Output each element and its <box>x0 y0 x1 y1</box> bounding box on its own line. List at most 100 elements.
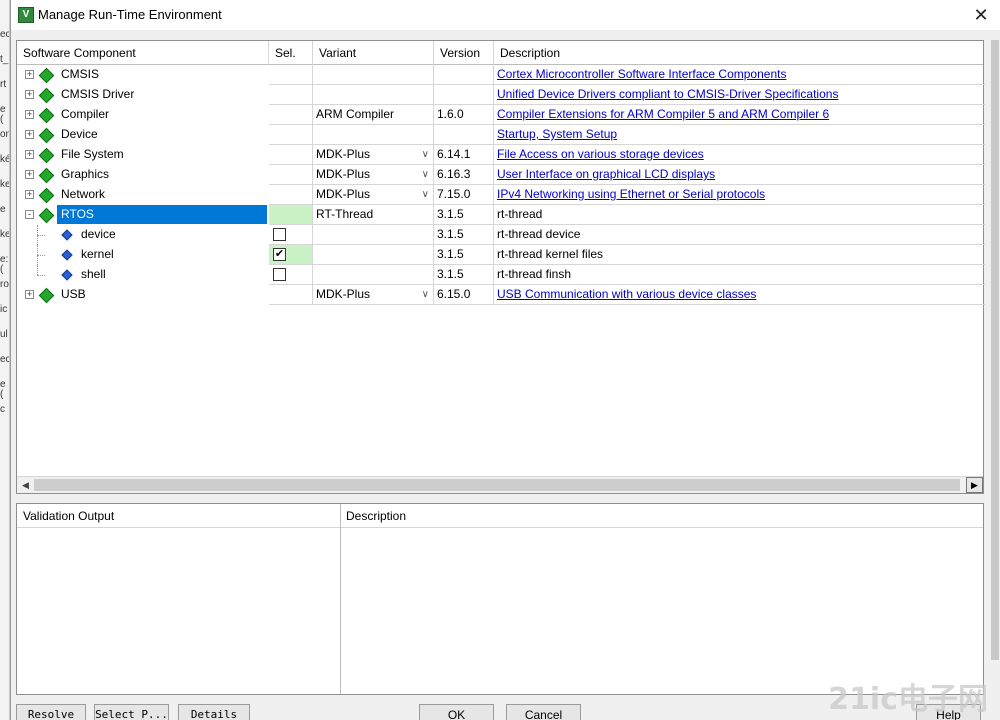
selection-cell[interactable] <box>269 65 313 85</box>
component-cell[interactable]: kernel <box>17 245 269 265</box>
component-row[interactable]: + Graphics MDK-Plus ∨ 6.16.3 User Interface o… <box>17 165 985 185</box>
component-label[interactable]: CMSIS Driver <box>61 85 134 104</box>
expand-icon[interactable]: + <box>25 170 34 179</box>
select-packs-button[interactable]: Select P... <box>94 704 169 720</box>
description-cell[interactable]: User Interface on graphical LCD displays <box>494 165 985 185</box>
cancel-button[interactable]: Cancel <box>506 704 581 720</box>
component-label[interactable]: Device <box>61 125 98 144</box>
expand-icon[interactable]: + <box>25 290 34 299</box>
selection-cell[interactable] <box>269 145 313 165</box>
component-row[interactable]: + File System MDK-Plus ∨ 6.14.1 File Access o… <box>17 145 985 165</box>
component-row[interactable]: - RTOS RT-Thread 3.1.5 rt-thread <box>17 205 985 225</box>
checked-checkbox[interactable]: ✔ <box>273 248 286 261</box>
col-header-variant[interactable]: Variant <box>313 41 434 65</box>
chevron-down-icon[interactable]: ∨ <box>422 185 429 204</box>
col-header-sel[interactable]: Sel. <box>269 41 313 65</box>
component-label[interactable]: USB <box>61 285 86 304</box>
expand-icon[interactable]: + <box>25 150 34 159</box>
description-cell[interactable]: Cortex Microcontroller Software Interfac… <box>494 65 985 85</box>
description-cell[interactable]: Startup, System Setup <box>494 125 985 145</box>
component-row[interactable]: + CMSIS Cortex Microcontroller Software In… <box>17 65 985 85</box>
validation-divider[interactable] <box>340 504 341 694</box>
component-row[interactable]: + CMSIS Driver Unified Device Drivers comp… <box>17 85 985 105</box>
component-row[interactable]: shell 3.1.5 rt-thread finsh <box>17 265 985 285</box>
description-link[interactable]: Cortex Microcontroller Software Interfac… <box>497 67 786 81</box>
col-header-version[interactable]: Version <box>434 41 494 65</box>
close-icon[interactable]: ✕ <box>966 2 996 28</box>
component-row[interactable]: kernel ✔ 3.1.5 rt-thread kernel files <box>17 245 985 265</box>
description-cell[interactable]: USB Communication with various device cl… <box>494 285 985 305</box>
description-link[interactable]: Compiler Extensions for ARM Compiler 5 a… <box>497 107 829 121</box>
component-cell[interactable]: + CMSIS Driver <box>17 85 269 105</box>
component-row[interactable]: device 3.1.5 rt-thread device <box>17 225 985 245</box>
component-cell[interactable]: + Compiler <box>17 105 269 125</box>
selection-cell[interactable] <box>269 205 313 225</box>
component-cell[interactable]: shell <box>17 265 269 285</box>
component-cell[interactable]: + CMSIS <box>17 65 269 85</box>
description-cell[interactable]: Compiler Extensions for ARM Compiler 5 a… <box>494 105 985 125</box>
selection-cell[interactable] <box>269 165 313 185</box>
description-link[interactable]: Startup, System Setup <box>497 127 617 141</box>
component-row[interactable]: + Compiler ARM Compiler 1.6.0 Compiler Exten… <box>17 105 985 125</box>
description-link[interactable]: IPv4 Networking using Ethernet or Serial… <box>497 187 765 201</box>
component-cell[interactable]: device <box>17 225 269 245</box>
variant-cell[interactable]: MDK-Plus ∨ <box>313 185 434 205</box>
description-cell[interactable]: IPv4 Networking using Ethernet or Serial… <box>494 185 985 205</box>
component-label[interactable]: shell <box>81 265 106 284</box>
details-button[interactable]: Details <box>178 704 250 720</box>
component-cell[interactable]: + Network <box>17 185 269 205</box>
scroll-right-icon[interactable]: ▶ <box>966 477 983 493</box>
component-cell[interactable]: + Device <box>17 125 269 145</box>
component-label[interactable]: Compiler <box>61 105 109 124</box>
ok-button[interactable]: OK <box>419 704 494 720</box>
resolve-button[interactable]: Resolve <box>16 704 86 720</box>
unchecked-checkbox[interactable] <box>273 228 286 241</box>
chevron-down-icon[interactable]: ∨ <box>422 165 429 184</box>
component-label[interactable]: Graphics <box>61 165 109 184</box>
chevron-down-icon[interactable]: ∨ <box>422 285 429 304</box>
expand-icon[interactable]: + <box>25 90 34 99</box>
variant-cell[interactable]: MDK-Plus ∨ <box>313 285 434 305</box>
selection-cell[interactable] <box>269 185 313 205</box>
component-row[interactable]: + Device Startup, System Setup <box>17 125 985 145</box>
component-row[interactable]: + Network MDK-Plus ∨ 7.15.0 IPv4 Networking u… <box>17 185 985 205</box>
component-label[interactable]: File System <box>61 145 124 164</box>
component-label[interactable]: CMSIS <box>61 65 99 84</box>
component-cell[interactable]: + Graphics <box>17 165 269 185</box>
variant-cell[interactable]: MDK-Plus ∨ <box>313 145 434 165</box>
collapse-icon[interactable]: - <box>25 210 34 219</box>
description-link[interactable]: User Interface on graphical LCD displays <box>497 167 715 181</box>
expand-icon[interactable]: + <box>25 110 34 119</box>
expand-icon[interactable]: + <box>25 190 34 199</box>
selection-cell[interactable]: ✔ <box>269 245 313 265</box>
component-cell[interactable]: + File System <box>17 145 269 165</box>
unchecked-checkbox[interactable] <box>273 268 286 281</box>
component-label[interactable]: Network <box>61 185 105 204</box>
selection-cell[interactable] <box>269 105 313 125</box>
description-link[interactable]: File Access on various storage devices <box>497 147 704 161</box>
component-cell[interactable]: + USB <box>17 285 269 305</box>
col-header-description[interactable]: Description <box>494 41 985 65</box>
description-link[interactable]: Unified Device Drivers compliant to CMSI… <box>497 87 838 101</box>
col-header-component[interactable]: Software Component <box>17 41 269 65</box>
scroll-left-icon[interactable]: ◀ <box>17 477 34 493</box>
horizontal-scrollbar[interactable]: ◀ ▶ <box>17 476 983 493</box>
selection-cell[interactable] <box>269 85 313 105</box>
component-label[interactable]: RTOS <box>57 205 267 224</box>
selection-cell[interactable] <box>269 225 313 245</box>
description-link[interactable]: USB Communication with various device cl… <box>497 287 756 301</box>
selection-cell[interactable] <box>269 285 313 305</box>
description-cell[interactable]: Unified Device Drivers compliant to CMSI… <box>494 85 985 105</box>
scrollbar-thumb[interactable] <box>34 479 960 491</box>
selection-cell[interactable] <box>269 265 313 285</box>
expand-icon[interactable]: + <box>25 130 34 139</box>
component-label[interactable]: device <box>81 225 116 244</box>
expand-icon[interactable]: + <box>25 70 34 79</box>
description-cell[interactable]: File Access on various storage devices <box>494 145 985 165</box>
component-cell[interactable]: - RTOS <box>17 205 269 225</box>
chevron-down-icon[interactable]: ∨ <box>422 145 429 164</box>
vertical-scroll-thumb[interactable] <box>991 40 999 660</box>
variant-cell[interactable]: MDK-Plus ∨ <box>313 165 434 185</box>
component-label[interactable]: kernel <box>81 245 114 264</box>
selection-cell[interactable] <box>269 125 313 145</box>
